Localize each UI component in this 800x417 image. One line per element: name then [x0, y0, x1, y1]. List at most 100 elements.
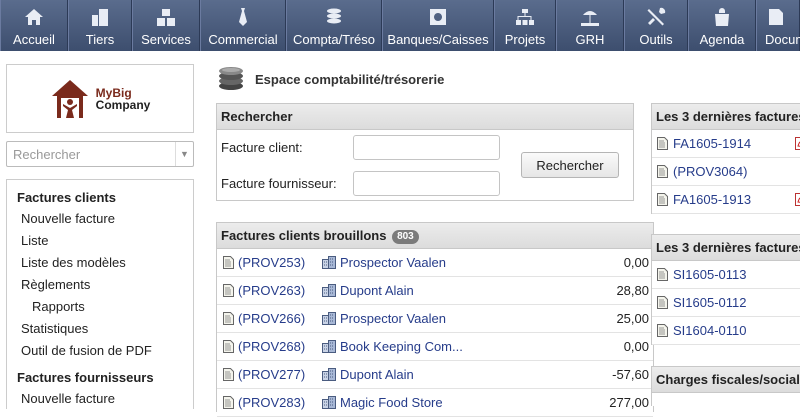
invoice-doc-icon — [657, 268, 668, 281]
supplier-invoice-label: Facture fournisseur: — [221, 176, 337, 191]
recent-invoice-ref-link[interactable]: SI1605-0113 — [673, 267, 747, 282]
invoice-doc-icon — [223, 368, 234, 381]
menu-item-statistiques[interactable]: Statistiques — [17, 318, 183, 340]
menu-section-factures-clients[interactable]: Factures clients — [17, 188, 183, 208]
menu-section-factures-fournisseurs[interactable]: Factures fournisseurs — [17, 368, 183, 388]
menu-item-nouvelle-facture[interactable]: Nouvelle facture — [17, 208, 183, 230]
nav-label: Projets — [504, 32, 546, 47]
recent-invoice-ref-link[interactable]: FA1605-1914 — [673, 136, 751, 151]
invoice-doc-icon — [223, 256, 234, 269]
unpaid-charges-title: Charges fiscales/sociales impayées — [652, 367, 800, 393]
nav-compta-treso[interactable]: Compta/Tréso — [286, 0, 382, 51]
coins-icon — [323, 6, 345, 28]
draft-invoice-ref-link[interactable]: (PROV277) — [238, 367, 305, 382]
top-nav: Accueil Tiers Services Commercial Compta… — [0, 0, 800, 51]
company-icon — [322, 396, 336, 409]
left-search-placeholder: Rechercher — [13, 146, 81, 162]
company-icon — [322, 284, 336, 297]
thirdparty-link[interactable]: Dupont Alain — [340, 283, 414, 298]
nav-commercial[interactable]: Commercial — [200, 0, 286, 51]
nav-services[interactable]: Services — [132, 0, 200, 51]
project-tree-icon — [514, 6, 536, 28]
nav-accueil[interactable]: Accueil — [0, 0, 68, 51]
menu-item-liste-modeles[interactable]: Liste des modèles — [17, 252, 183, 274]
nav-label: Tiers — [85, 32, 115, 47]
last-supplier-invoices-title: Les 3 dernières factures fournisseurs mo… — [652, 235, 800, 261]
invoice-doc-icon — [657, 137, 668, 150]
left-search-select[interactable]: Rechercher ▼ — [6, 141, 194, 167]
recent-invoice-row: SI1605-0112 — [652, 289, 800, 317]
nav-grh[interactable]: GRH — [556, 0, 624, 51]
menu-item-reglements[interactable]: Règlements — [17, 274, 183, 296]
draft-invoice-amount: -57,60 — [612, 367, 649, 382]
thirdparty-link[interactable]: Prospector Vaalen — [340, 255, 446, 270]
company-house-icon — [51, 79, 88, 118]
invoice-doc-icon — [657, 165, 668, 178]
nav-label: Outils — [639, 32, 673, 47]
menu-item-rapports[interactable]: Rapports — [17, 296, 183, 318]
draft-invoice-ref-link[interactable]: (PROV268) — [238, 339, 305, 354]
unpaid-charges-panel: Charges fiscales/sociales impayées — [651, 366, 800, 406]
nav-documents[interactable]: Docum — [756, 0, 800, 51]
recent-invoice-row: FA1605-1913 — [652, 186, 800, 214]
company-logo[interactable]: MyBig Company — [6, 64, 194, 133]
nav-agenda[interactable]: Agenda — [688, 0, 756, 51]
logo-line1: MyBig — [95, 85, 132, 100]
draft-invoice-ref-link[interactable]: (PROV283) — [238, 395, 305, 410]
recent-invoice-row: SI1605-0113 — [652, 261, 800, 289]
search-button[interactable]: Rechercher — [521, 152, 619, 178]
draft-invoice-ref-link[interactable]: (PROV266) — [238, 311, 305, 326]
thirdparty-link[interactable]: Prospector Vaalen — [340, 311, 446, 326]
left-panel: MyBig Company Rechercher ▼ Factures clie… — [6, 64, 194, 409]
page-title-text: Espace comptabilité/trésorerie — [255, 71, 445, 87]
draft-invoice-amount: 0,00 — [623, 255, 649, 270]
recent-invoice-ref-link[interactable]: SI1605-0112 — [673, 295, 747, 310]
coins-icon — [219, 67, 243, 90]
draft-invoice-ref-link[interactable]: (PROV253) — [238, 255, 305, 270]
thirdparty-link[interactable]: Dupont Alain — [340, 367, 414, 382]
invoice-doc-icon — [223, 312, 234, 325]
nav-label: Banques/Caisses — [387, 32, 489, 47]
tie-icon — [232, 6, 254, 28]
draft-invoices-panel: Factures clients brouillons 803 (PROV253… — [216, 222, 654, 417]
nav-label: Commercial — [208, 32, 278, 47]
nav-banques-caisses[interactable]: Banques/Caisses — [382, 0, 494, 51]
chevron-down-icon[interactable]: ▼ — [175, 142, 193, 166]
customer-invoice-input[interactable] — [353, 135, 500, 160]
recent-invoice-ref-link[interactable]: SI1604-0110 — [673, 323, 747, 338]
boxes-icon — [155, 6, 177, 28]
draft-invoice-amount: 25,00 — [616, 311, 649, 326]
draft-invoices-title-text: Factures clients brouillons — [221, 228, 387, 243]
nav-label: GRH — [575, 32, 605, 47]
last-customer-invoices-list: FA1605-1914 (PROV3064) FA1605-1913 — [652, 130, 800, 214]
draft-invoice-row: (PROV263) Dupont Alain 28,80 — [217, 277, 653, 305]
draft-invoices-title: Factures clients brouillons 803 — [217, 223, 653, 249]
menu-item-fusion-pdf[interactable]: Outil de fusion de PDF — [17, 340, 183, 362]
company-icon — [322, 368, 336, 381]
invoice-doc-icon — [223, 284, 234, 297]
pdf-icon — [795, 137, 800, 150]
agenda-icon — [711, 6, 733, 28]
supplier-invoice-input[interactable] — [353, 171, 500, 196]
invoice-doc-icon — [657, 324, 668, 337]
nav-outils[interactable]: Outils — [624, 0, 688, 51]
logo-line2: Company — [95, 97, 151, 112]
thirdparty-link[interactable]: Magic Food Store — [340, 395, 443, 410]
draft-invoice-row: (PROV253) Prospector Vaalen 0,00 — [217, 249, 653, 277]
invoice-doc-icon — [223, 340, 234, 353]
draft-invoices-list: (PROV253) Prospector Vaalen 0,00 (PROV263) D… — [217, 249, 653, 417]
menu-item-nouvelle-facture-fournisseur[interactable]: Nouvelle facture — [17, 388, 183, 410]
draft-invoice-ref-link[interactable]: (PROV263) — [238, 283, 305, 298]
nav-tiers[interactable]: Tiers — [68, 0, 132, 51]
recent-invoice-ref-link[interactable]: FA1605-1913 — [673, 192, 751, 207]
recent-invoice-ref-link[interactable]: (PROV3064) — [673, 164, 747, 179]
nav-label: Agenda — [699, 32, 745, 47]
buildings-icon — [89, 6, 111, 28]
thirdparty-link[interactable]: Book Keeping Com... — [340, 339, 463, 354]
invoice-doc-icon — [223, 396, 234, 409]
left-menu: Factures clients Nouvelle facture Liste … — [6, 179, 194, 409]
search-panel: Rechercher Facture client: Facture fourn… — [216, 103, 634, 201]
menu-item-liste[interactable]: Liste — [17, 230, 183, 252]
nav-projets[interactable]: Projets — [494, 0, 556, 51]
nav-label: Docum — [765, 32, 800, 47]
